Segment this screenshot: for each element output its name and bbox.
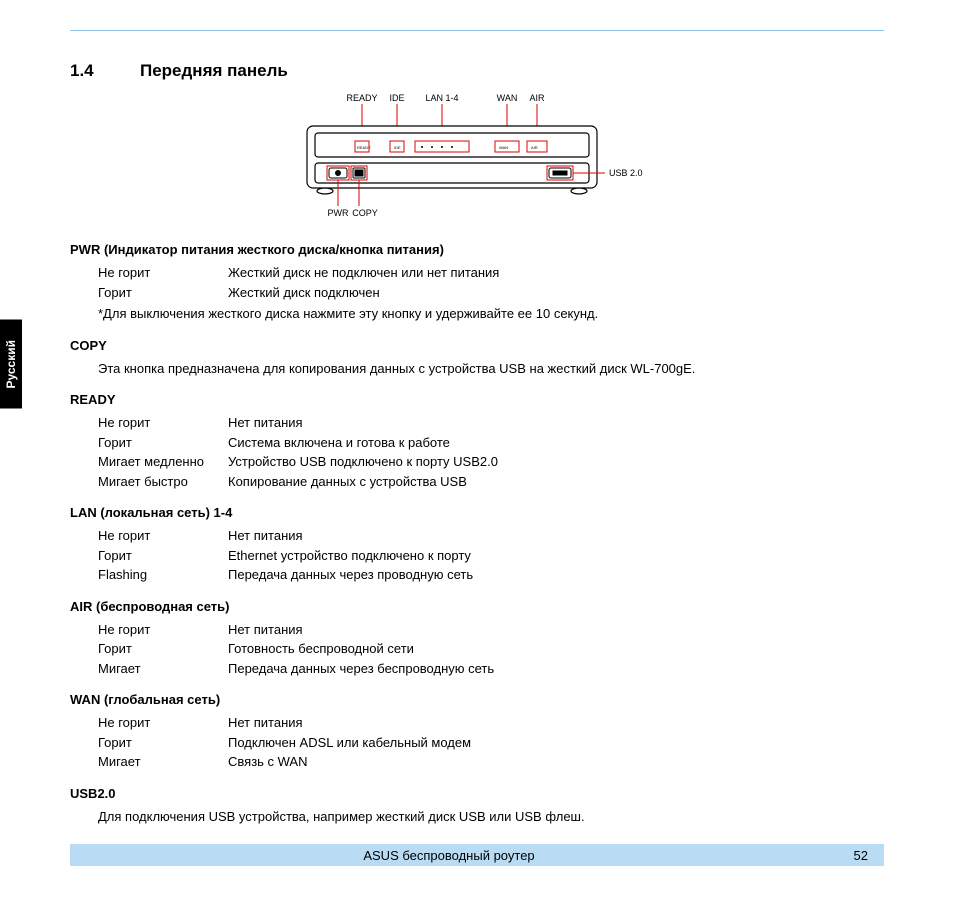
desc-cell: Копирование данных с устройства USB (228, 472, 884, 492)
table-row: ГоритСистема включена и готова к работе (98, 433, 884, 453)
diag-label-air: AIR (529, 93, 545, 103)
desc-cell: Ethernet устройство подключено к порту (228, 546, 884, 566)
desc-cell: Нет питания (228, 620, 884, 640)
state-cell: Горит (98, 639, 228, 659)
state-cell: Мигает (98, 752, 228, 772)
diag-label-usb: USB 2.0 (609, 168, 643, 178)
state-cell: Горит (98, 283, 228, 303)
section-title: Передняя панель (140, 61, 288, 80)
diag-label-pwr: PWR (328, 208, 349, 218)
table-row: МигаетПередача данных через беспроводную… (98, 659, 884, 679)
diag-label-wan: WAN (497, 93, 518, 103)
desc-cell: Нет питания (228, 526, 884, 546)
page-footer: ASUS беспроводный роутер 52 (70, 844, 884, 866)
desc-cell: Жесткий диск подключен (228, 283, 884, 303)
desc-cell: Нет питания (228, 413, 884, 433)
lan-heading: LAN (локальная сеть) 1-4 (70, 505, 884, 520)
diag-label-lan: LAN 1-4 (425, 93, 458, 103)
ready-table: Не горитНет питания ГоритСистема включен… (98, 413, 884, 491)
state-cell: Не горит (98, 713, 228, 733)
top-rule (70, 30, 884, 31)
section-heading: 1.4Передняя панель (70, 61, 884, 81)
desc-cell: Готовность беспроводной сети (228, 639, 884, 659)
pwr-table: Не горит Жесткий диск не подключен или н… (98, 263, 884, 302)
svg-text:READY: READY (357, 145, 371, 150)
desc-cell: Связь с WAN (228, 752, 884, 772)
footer-page-number: 52 (828, 848, 868, 863)
state-cell: Не горит (98, 263, 228, 283)
state-cell: Мигает медленно (98, 452, 228, 472)
footer-title: ASUS беспроводный роутер (70, 848, 828, 863)
desc-cell: Устройство USB подключено к порту USB2.0 (228, 452, 884, 472)
front-panel-diagram: READY IDE LAN 1-4 WAN AIR (70, 91, 884, 224)
diag-label-ready: READY (346, 93, 377, 103)
table-row: Не горитНет питания (98, 713, 884, 733)
svg-text:AIR: AIR (531, 145, 538, 150)
state-cell: Мигает быстро (98, 472, 228, 492)
pwr-note: *Для выключения жесткого диска нажмите э… (98, 304, 884, 324)
copy-text: Эта кнопка предназначена для копирования… (98, 359, 884, 379)
table-row: FlashingПередача данных через проводную … (98, 565, 884, 585)
wan-heading: WAN (глобальная сеть) (70, 692, 884, 707)
desc-cell: Подключен ADSL или кабельный модем (228, 733, 884, 753)
lan-table: Не горитНет питания ГоритEthernet устрой… (98, 526, 884, 585)
table-row: Мигает быстроКопирование данных с устрой… (98, 472, 884, 492)
table-row: ГоритEthernet устройство подключено к по… (98, 546, 884, 566)
table-row: Не горитНет питания (98, 526, 884, 546)
table-row: Не горитНет питания (98, 620, 884, 640)
desc-cell: Передача данных через проводную сеть (228, 565, 884, 585)
svg-text:IDE: IDE (394, 145, 401, 150)
svg-text:WAN: WAN (499, 145, 508, 150)
diag-label-ide: IDE (389, 93, 404, 103)
diag-label-copy: COPY (352, 208, 378, 218)
pwr-heading: PWR (Индикатор питания жесткого диска/кн… (70, 242, 884, 257)
state-cell: Горит (98, 546, 228, 566)
state-cell: Не горит (98, 620, 228, 640)
state-cell: Горит (98, 733, 228, 753)
usb-heading: USB2.0 (70, 786, 884, 801)
air-table: Не горитНет питания ГоритГотовность бесп… (98, 620, 884, 679)
desc-cell: Жесткий диск не подключен или нет питани… (228, 263, 884, 283)
table-row: ГоритГотовность беспроводной сети (98, 639, 884, 659)
state-cell: Горит (98, 433, 228, 453)
state-cell: Не горит (98, 526, 228, 546)
table-row: Горит Жесткий диск подключен (98, 283, 884, 303)
air-heading: AIR (беспроводная сеть) (70, 599, 884, 614)
table-row: Не горит Жесткий диск не подключен или н… (98, 263, 884, 283)
desc-cell: Передача данных через беспроводную сеть (228, 659, 884, 679)
state-cell: Мигает (98, 659, 228, 679)
device-outline (307, 126, 597, 194)
desc-cell: Система включена и готова к работе (228, 433, 884, 453)
page-content: 1.4Передняя панель READY IDE LAN 1-4 WAN… (0, 0, 954, 886)
usb-text: Для подключения USB устройства, например… (98, 807, 884, 827)
ready-heading: READY (70, 392, 884, 407)
desc-cell: Нет питания (228, 713, 884, 733)
state-cell: Flashing (98, 565, 228, 585)
table-row: Мигает медленноУстройство USB подключено… (98, 452, 884, 472)
table-row: МигаетСвязь с WAN (98, 752, 884, 772)
state-cell: Не горит (98, 413, 228, 433)
copy-heading: COPY (70, 338, 884, 353)
section-number: 1.4 (70, 61, 140, 81)
table-row: Не горитНет питания (98, 413, 884, 433)
wan-table: Не горитНет питания ГоритПодключен ADSL … (98, 713, 884, 772)
table-row: ГоритПодключен ADSL или кабельный модем (98, 733, 884, 753)
